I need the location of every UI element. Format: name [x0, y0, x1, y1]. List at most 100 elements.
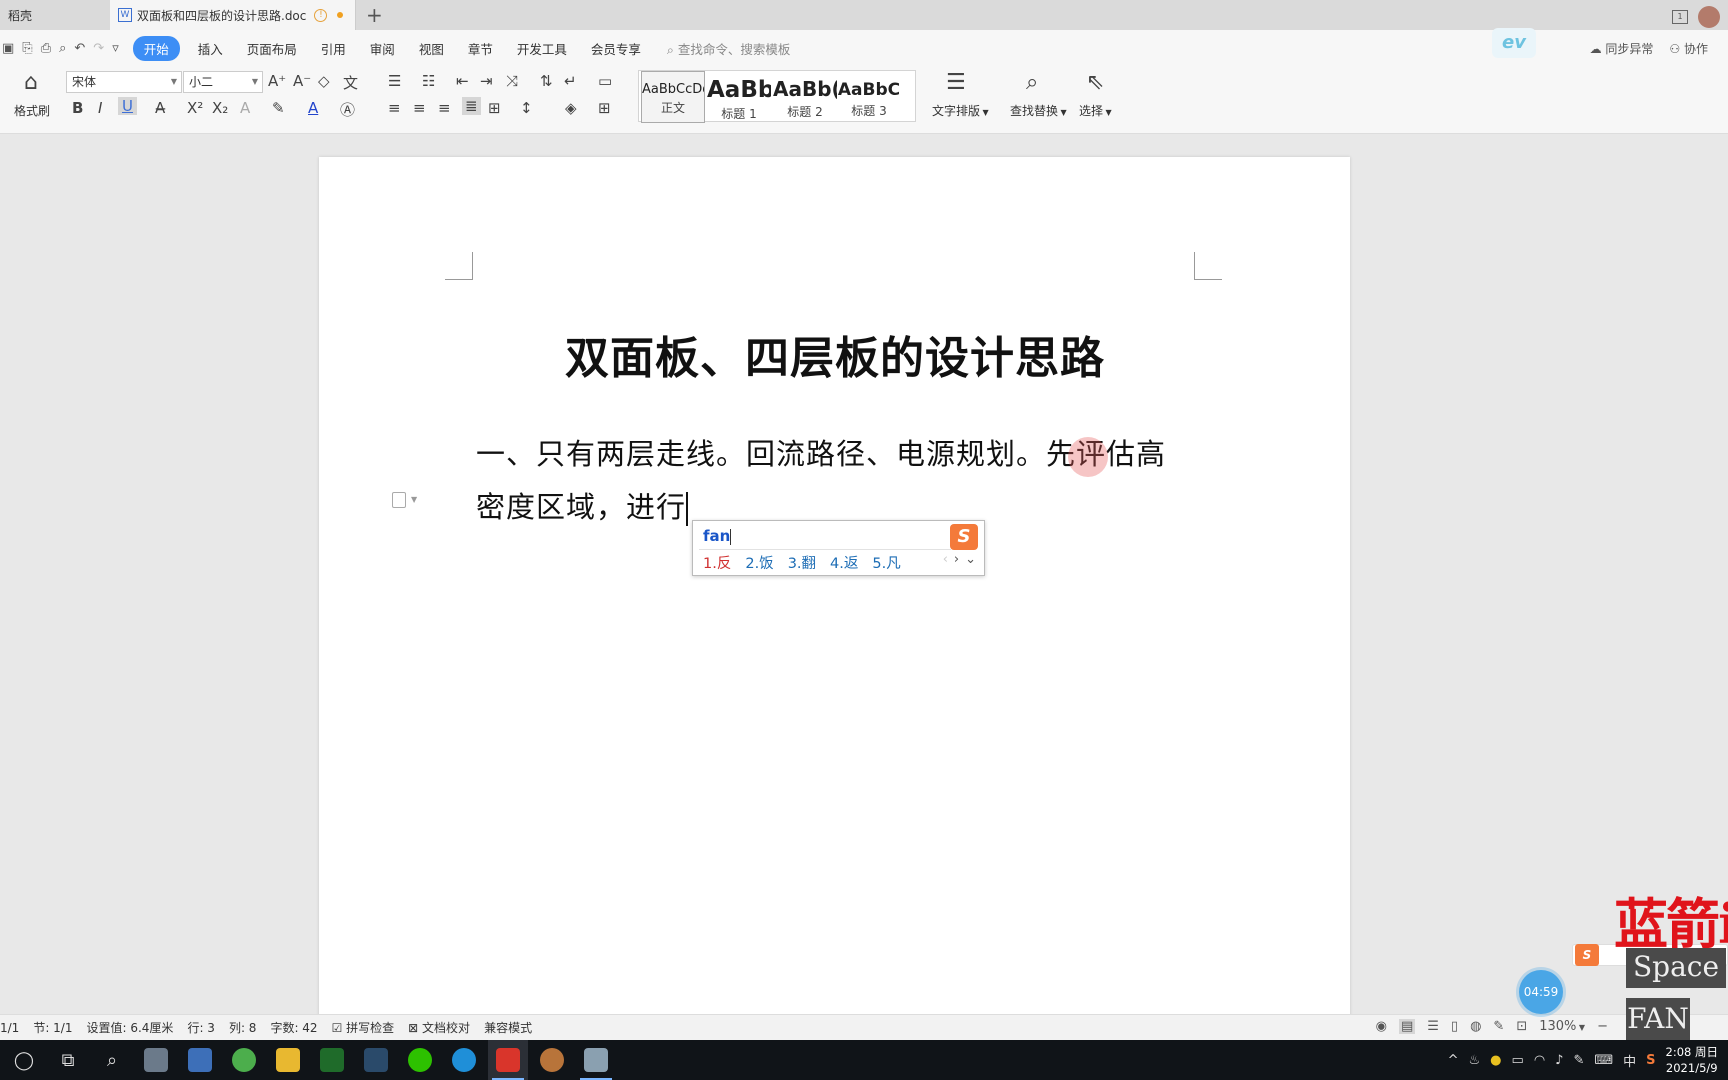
- grow-font-icon[interactable]: A⁺: [268, 72, 286, 90]
- outline-view-icon[interactable]: ☰: [1427, 1019, 1439, 1034]
- task-view-icon[interactable]: ⧉: [48, 1040, 88, 1080]
- chinese-layout-icon[interactable]: ⤨: [506, 72, 518, 90]
- collaborate-button[interactable]: ⚇ 协作: [1669, 40, 1708, 57]
- document-page[interactable]: [319, 157, 1350, 1017]
- tab-daoke[interactable]: 稻壳: [0, 0, 108, 30]
- font-color-icon[interactable]: A: [308, 99, 318, 117]
- undo-icon[interactable]: ↶: [74, 41, 85, 56]
- search-icon[interactable]: ⌕: [92, 1040, 132, 1080]
- italic-icon[interactable]: I: [98, 99, 102, 117]
- zoom-out-icon[interactable]: −: [1597, 1019, 1608, 1034]
- superscript-icon[interactable]: X²: [187, 99, 203, 117]
- start-icon[interactable]: ◯: [4, 1040, 44, 1080]
- char-border-icon[interactable]: Ⓐ: [340, 99, 355, 120]
- tab-document[interactable]: W 双面板和四层板的设计思路.doc !: [110, 0, 356, 30]
- print-icon[interactable]: ⎙: [41, 41, 51, 56]
- find-icon[interactable]: ⌕: [1026, 70, 1038, 95]
- menu-chapter[interactable]: 章节: [456, 39, 505, 58]
- command-search[interactable]: ⌕ 查找命令、搜索模板: [667, 39, 791, 58]
- align-right-icon[interactable]: ≡: [438, 99, 451, 117]
- avatar[interactable]: [1698, 6, 1720, 28]
- wifi-icon[interactable]: ◠: [1534, 1053, 1545, 1068]
- status-word-count[interactable]: 字数: 42: [270, 1019, 317, 1036]
- shading-icon[interactable]: ◈: [565, 99, 577, 117]
- format-painter-icon[interactable]: ⌂: [24, 70, 38, 95]
- menu-review[interactable]: 审阅: [358, 39, 407, 58]
- find-replace-button[interactable]: 查找替换 ▼: [1010, 102, 1067, 119]
- clock[interactable]: 2:08 周日 2021/5/9: [1666, 1044, 1718, 1076]
- borders-icon[interactable]: ⊞: [598, 99, 611, 117]
- justify-icon[interactable]: ≣: [462, 97, 481, 115]
- cursor-select-icon[interactable]: ⇖: [1086, 70, 1104, 95]
- ruler-icon[interactable]: ▭: [598, 72, 612, 90]
- sogou-tray-icon[interactable]: S: [1646, 1053, 1655, 1068]
- tray-icon[interactable]: ●: [1490, 1053, 1501, 1068]
- paragraph-handle-icon[interactable]: [392, 492, 406, 508]
- eye-protect-icon[interactable]: ◉: [1376, 1019, 1387, 1034]
- web-view-icon[interactable]: ◍: [1470, 1019, 1481, 1034]
- sync-status[interactable]: ☁ 同步异常: [1590, 40, 1654, 57]
- clear-format-icon[interactable]: ◇: [318, 72, 330, 90]
- browser-360-icon[interactable]: [224, 1040, 264, 1080]
- ime-language[interactable]: 中: [1623, 1051, 1636, 1070]
- increase-indent-icon[interactable]: ⇥: [480, 72, 493, 90]
- print-preview-icon[interactable]: ⌕: [59, 41, 66, 56]
- file-explorer-icon[interactable]: [268, 1040, 308, 1080]
- menu-page-layout[interactable]: 页面布局: [235, 39, 309, 58]
- show-marks-icon[interactable]: ↵: [564, 72, 577, 90]
- bullet-list-icon[interactable]: ☰: [388, 72, 401, 90]
- wechat-icon[interactable]: [400, 1040, 440, 1080]
- warning-icon[interactable]: !: [314, 8, 328, 22]
- document-title[interactable]: 双面板、四层板的设计思路: [320, 322, 1350, 386]
- align-center-icon[interactable]: ≡: [413, 99, 426, 117]
- doc-proof-button[interactable]: ⊠ 文档校对: [408, 1019, 470, 1036]
- menu-dev-tools[interactable]: 开发工具: [505, 39, 579, 58]
- window-count-icon[interactable]: 1: [1672, 10, 1688, 24]
- text-layout-button[interactable]: 文字排版 ▼: [932, 102, 989, 119]
- write-view-icon[interactable]: ✎: [1493, 1019, 1504, 1034]
- fit-page-icon[interactable]: ⊡: [1516, 1019, 1527, 1034]
- ime-candidate[interactable]: 4.返: [830, 552, 858, 573]
- battery-icon[interactable]: ▭: [1512, 1053, 1524, 1068]
- ime-candidate[interactable]: 1.反: [703, 552, 731, 573]
- select-button[interactable]: 选择 ▼: [1079, 102, 1112, 119]
- style-heading-3[interactable]: AaBbC 标题 3: [837, 71, 901, 123]
- bear-app-icon[interactable]: [532, 1040, 572, 1080]
- highlight-icon[interactable]: ✎: [272, 99, 285, 117]
- align-left-icon[interactable]: ≡: [388, 99, 401, 117]
- app-icon-1[interactable]: [136, 1040, 176, 1080]
- menu-references[interactable]: 引用: [309, 39, 358, 58]
- style-heading-1[interactable]: AaBb 标题 1: [707, 71, 771, 123]
- expand-icon[interactable]: ⌄: [965, 552, 976, 567]
- spell-check-button[interactable]: ☑ 拼写检查: [332, 1019, 395, 1036]
- menu-home[interactable]: 开始: [132, 35, 180, 61]
- subscript-icon[interactable]: X₂: [212, 99, 228, 117]
- shrink-font-icon[interactable]: A⁻: [293, 72, 311, 90]
- volume-icon[interactable]: ♪: [1555, 1053, 1563, 1068]
- tray-expand-icon[interactable]: ^: [1448, 1053, 1459, 1068]
- ime-candidate[interactable]: 3.翻: [788, 552, 816, 573]
- calculator-icon[interactable]: [180, 1040, 220, 1080]
- format-painter-label[interactable]: 格式刷: [14, 102, 50, 119]
- status-page[interactable]: 1/1: [0, 1021, 19, 1035]
- strikethrough-icon[interactable]: A̶: [155, 99, 165, 117]
- ime-candidate[interactable]: 5.凡: [872, 552, 900, 573]
- save-icon[interactable]: ▣: [2, 41, 14, 56]
- status-setting[interactable]: 设置值: 6.4厘米: [86, 1019, 173, 1036]
- sort-icon[interactable]: ⇅: [540, 72, 553, 90]
- recorder-app-icon[interactable]: [576, 1040, 616, 1080]
- export-icon[interactable]: ⎘: [22, 41, 32, 56]
- prev-page-icon[interactable]: ‹: [943, 552, 948, 567]
- edge-icon[interactable]: [444, 1040, 484, 1080]
- chevron-down-icon[interactable]: ▼: [411, 495, 417, 504]
- zoom-level[interactable]: 130% ▼: [1539, 1019, 1585, 1034]
- app-icon-2[interactable]: [356, 1040, 396, 1080]
- wps-icon[interactable]: [488, 1040, 528, 1080]
- ime-candidate[interactable]: 2.饭: [745, 552, 773, 573]
- decrease-indent-icon[interactable]: ⇤: [456, 72, 469, 90]
- line-spacing-icon[interactable]: ↕: [520, 99, 533, 117]
- font-size-select[interactable]: 小二 ▼: [183, 71, 263, 93]
- menu-insert[interactable]: 插入: [186, 39, 235, 58]
- style-normal[interactable]: AaBbCcDd 正文: [641, 71, 705, 123]
- pen-icon[interactable]: ✎: [1573, 1053, 1584, 1068]
